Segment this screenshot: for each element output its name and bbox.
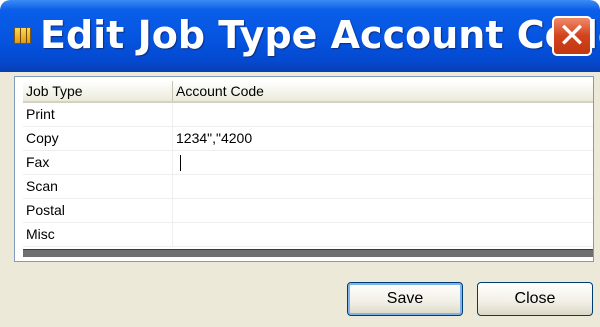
table-row[interactable]: Print bbox=[23, 103, 593, 127]
table-row[interactable]: Misc bbox=[23, 223, 593, 247]
title-bar[interactable]: Edit Job Type Account Codes ✕ bbox=[0, 0, 600, 72]
save-button[interactable]: Save bbox=[347, 282, 463, 316]
account-code-cell[interactable] bbox=[173, 223, 593, 246]
account-codes-grid: Job Type Account Code Print Copy 1234","… bbox=[14, 76, 594, 262]
account-code-cell[interactable] bbox=[173, 175, 593, 198]
column-header-account-code[interactable]: Account Code bbox=[173, 81, 593, 101]
close-button[interactable]: Close bbox=[477, 282, 593, 316]
close-icon: ✕ bbox=[557, 16, 587, 56]
close-window-button[interactable]: ✕ bbox=[552, 16, 592, 56]
text-caret bbox=[180, 155, 181, 172]
table-row[interactable]: Postal bbox=[23, 199, 593, 223]
grid-header: Job Type Account Code bbox=[23, 81, 593, 103]
window-title: Edit Job Type Account Codes bbox=[40, 13, 600, 57]
table-row[interactable]: Copy 1234","4200 bbox=[23, 127, 593, 151]
job-type-cell: Scan bbox=[23, 175, 173, 198]
account-code-cell-editing[interactable] bbox=[173, 151, 593, 174]
grid-footer-bar bbox=[23, 249, 593, 257]
account-code-cell[interactable] bbox=[173, 103, 593, 126]
account-code-cell[interactable]: 1234","4200 bbox=[173, 127, 593, 150]
job-type-cell: Fax bbox=[23, 151, 173, 174]
job-type-cell: Postal bbox=[23, 199, 173, 222]
table-row[interactable]: Fax bbox=[23, 151, 593, 175]
column-header-job-type[interactable]: Job Type bbox=[23, 81, 173, 101]
job-type-cell: Copy bbox=[23, 127, 173, 150]
account-code-cell[interactable] bbox=[173, 199, 593, 222]
job-type-cell: Misc bbox=[23, 223, 173, 246]
dialog-window: Edit Job Type Account Codes ✕ Job Type A… bbox=[0, 0, 600, 327]
table-row[interactable]: Scan bbox=[23, 175, 593, 199]
app-icon bbox=[14, 27, 31, 44]
job-type-cell: Print bbox=[23, 103, 173, 126]
